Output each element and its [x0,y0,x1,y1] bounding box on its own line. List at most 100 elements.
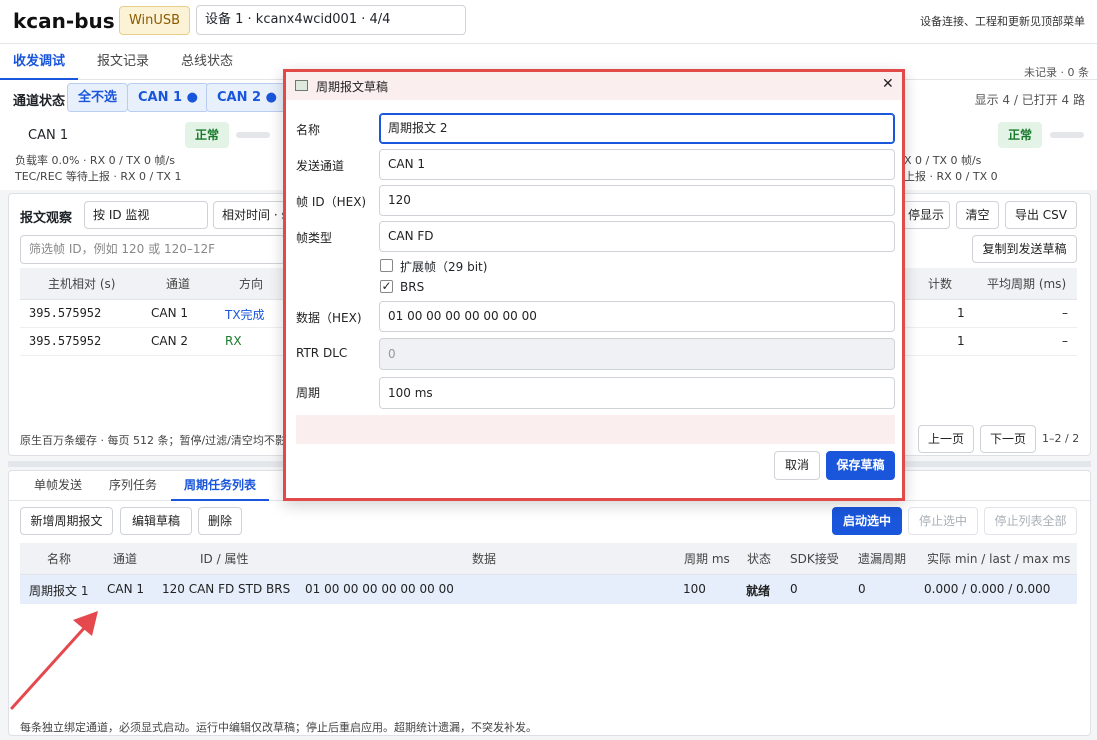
tab-single-send[interactable]: 单帧发送 [34,470,82,501]
prev-page-button[interactable]: 上一页 [918,425,974,453]
frame-type-select[interactable]: CAN FD [379,221,895,252]
cell-period: – [1062,306,1068,320]
frame-id-input[interactable]: 120 [379,185,895,216]
cell-count: 1 [957,334,965,348]
delete-button[interactable]: 删除 [198,507,242,535]
card-load-line: X 0 / TX 0 帧/s [904,154,982,167]
card-error-line: TEC/REC 等待上报 · RX 0 / TX 1 [15,170,182,183]
next-page-button[interactable]: 下一页 [980,425,1036,453]
status-badge: 正常 [998,122,1042,148]
column-header: 实际 min / last / max ms [927,552,1071,566]
column-header: 通道 [113,552,138,566]
cell-state: 就绪 [746,584,771,598]
column-header: 数据 [472,552,497,566]
copy-to-draft-button[interactable]: 复制到发送草稿 [972,235,1077,263]
observe-title: 报文观察 [20,211,73,226]
tab-sequence[interactable]: 序列任务 [109,470,157,501]
column-header: 遗漏周期 [858,552,907,566]
device-select[interactable]: 设备 1 · kcanx4wcid001 · 4/4 [196,5,466,35]
save-draft-button[interactable]: 保存草稿 [826,451,895,480]
periodic-table-header: 名称 通道 ID / 属性 数据 周期 ms 状态 SDK接受 遗漏周期 实际 … [20,543,1077,575]
column-header: 周期 ms [684,552,730,566]
status-badge: 正常 [185,122,229,148]
top-hint: 设备连接、工程和更新见顶部菜单 [920,15,1085,28]
cell-name: 周期报文 1 [29,584,89,598]
cell-direction: TX完成 [225,308,265,322]
top-bar: kcan-bus WinUSB 设备 1 · kcanx4wcid001 · 4… [0,0,1097,44]
column-header: 通道 [166,277,191,291]
cell-period: – [1062,334,1068,348]
channel-status-title: 通道状态 [13,94,66,109]
observe-footer: 原生百万条缓存 · 每页 512 条；暂停/过滤/清空均不影 [20,434,284,447]
edit-draft-button[interactable]: 编辑草稿 [120,507,192,535]
cell-id: 120 CAN FD STD BRS [162,582,291,596]
time-mode-select[interactable]: 相对时间 · s [213,201,288,229]
export-csv-button[interactable]: 导出 CSV [1005,201,1077,229]
window-icon [295,80,308,91]
cell-sdk: 0 [790,582,798,596]
channel-toggle-can1[interactable]: CAN 1 ● [127,83,209,112]
clear-button[interactable]: 清空 [956,201,999,229]
card-error-line: 上报 · RX 0 / TX 0 [904,170,998,183]
periodic-draft-dialog: 周期报文草稿 ✕ 名称 周期报文 2 发送通道 CAN 1 帧 ID（HEX) … [283,69,905,501]
extended-frame-checkbox[interactable] [380,259,393,272]
card-load-line: 负载率 0.0% · RX 0 / TX 0 帧/s [15,154,175,167]
period-label: 周期 [296,386,321,400]
extended-frame-label: 扩展帧（29 bit) [400,260,488,274]
load-bar [1050,132,1084,138]
cell-count: 1 [957,306,965,320]
dialog-title: 周期报文草稿 [316,80,389,94]
tab-periodic-list[interactable]: 周期任务列表 [171,470,270,501]
start-selected-button[interactable]: 启动选中 [832,507,902,535]
stop-selected-button[interactable]: 停止选中 [908,507,978,535]
observe-mode-select[interactable]: 按 ID 监视 [84,201,208,229]
column-header: 名称 [47,552,72,566]
channel-label: 发送通道 [296,159,345,173]
cell-data: 01 00 00 00 00 00 00 00 [305,582,454,596]
name-input[interactable]: 周期报文 2 [379,113,895,144]
record-count: 未记录 · 0 条 [1024,66,1089,79]
table-row[interactable]: 周期报文 1 CAN 1 120 CAN FD STD BRS 01 00 00… [20,575,1077,604]
load-bar [236,132,270,138]
data-input[interactable]: 01 00 00 00 00 00 00 00 [379,301,895,332]
name-label: 名称 [296,123,321,137]
brs-label: BRS [400,280,425,294]
cell-time: 395.575952 [29,306,102,320]
channel-toggle-can2[interactable]: CAN 2 ● [206,83,288,112]
column-header: ID / 属性 [200,552,249,566]
column-header: 主机相对 (s) [48,277,116,291]
new-periodic-button[interactable]: 新增周期报文 [20,507,113,535]
data-label: 数据（HEX) [296,311,362,325]
column-header: SDK接受 [790,552,839,566]
cell-channel: CAN 1 [107,582,145,596]
tab-records[interactable]: 报文记录 [97,44,149,80]
period-input[interactable]: 100 ms [379,377,895,409]
frame-type-label: 帧类型 [296,231,333,245]
rtr-dlc-input: 0 [379,338,895,370]
stop-all-button[interactable]: 停止列表全部 [984,507,1077,535]
cell-actual: 0.000 / 0.000 / 0.000 [924,582,1051,596]
column-header: 平均周期 (ms) [987,277,1067,291]
cell-direction: RX [225,334,242,348]
tab-debug[interactable]: 收发调试 [0,44,78,80]
cancel-button[interactable]: 取消 [774,451,820,480]
channel-select[interactable]: CAN 1 [379,149,895,180]
rtr-dlc-label: RTR DLC [296,346,348,360]
deselect-all-button[interactable]: 全不选 [67,83,129,112]
cell-missed: 0 [858,582,866,596]
pause-display-button[interactable]: 停显示 [902,201,950,229]
cell-period: 100 [683,582,706,596]
cell-time: 395.575952 [29,334,102,348]
periodic-footer: 每条独立绑定通道，必须显式启动。运行中编辑仅改草稿；停止后重启应用。超期统计遗漏… [20,721,537,734]
brs-checkbox[interactable]: ✓ [380,280,393,293]
filter-id-input[interactable]: 筛选帧 ID，例如 120 或 120–12F [20,235,285,264]
close-icon[interactable]: ✕ [882,76,894,92]
frame-id-label: 帧 ID（HEX) [296,195,367,209]
card-channel-name: CAN 1 [28,128,69,143]
tab-bus-status[interactable]: 总线状态 [181,44,233,80]
column-header: 方向 [239,277,264,291]
column-header: 计数 [928,277,953,291]
app-title: kcan-bus [13,9,115,33]
dialog-header: 周期报文草稿 ✕ [286,72,902,100]
channel-summary: 显示 4 / 已打开 4 路 [974,93,1085,107]
